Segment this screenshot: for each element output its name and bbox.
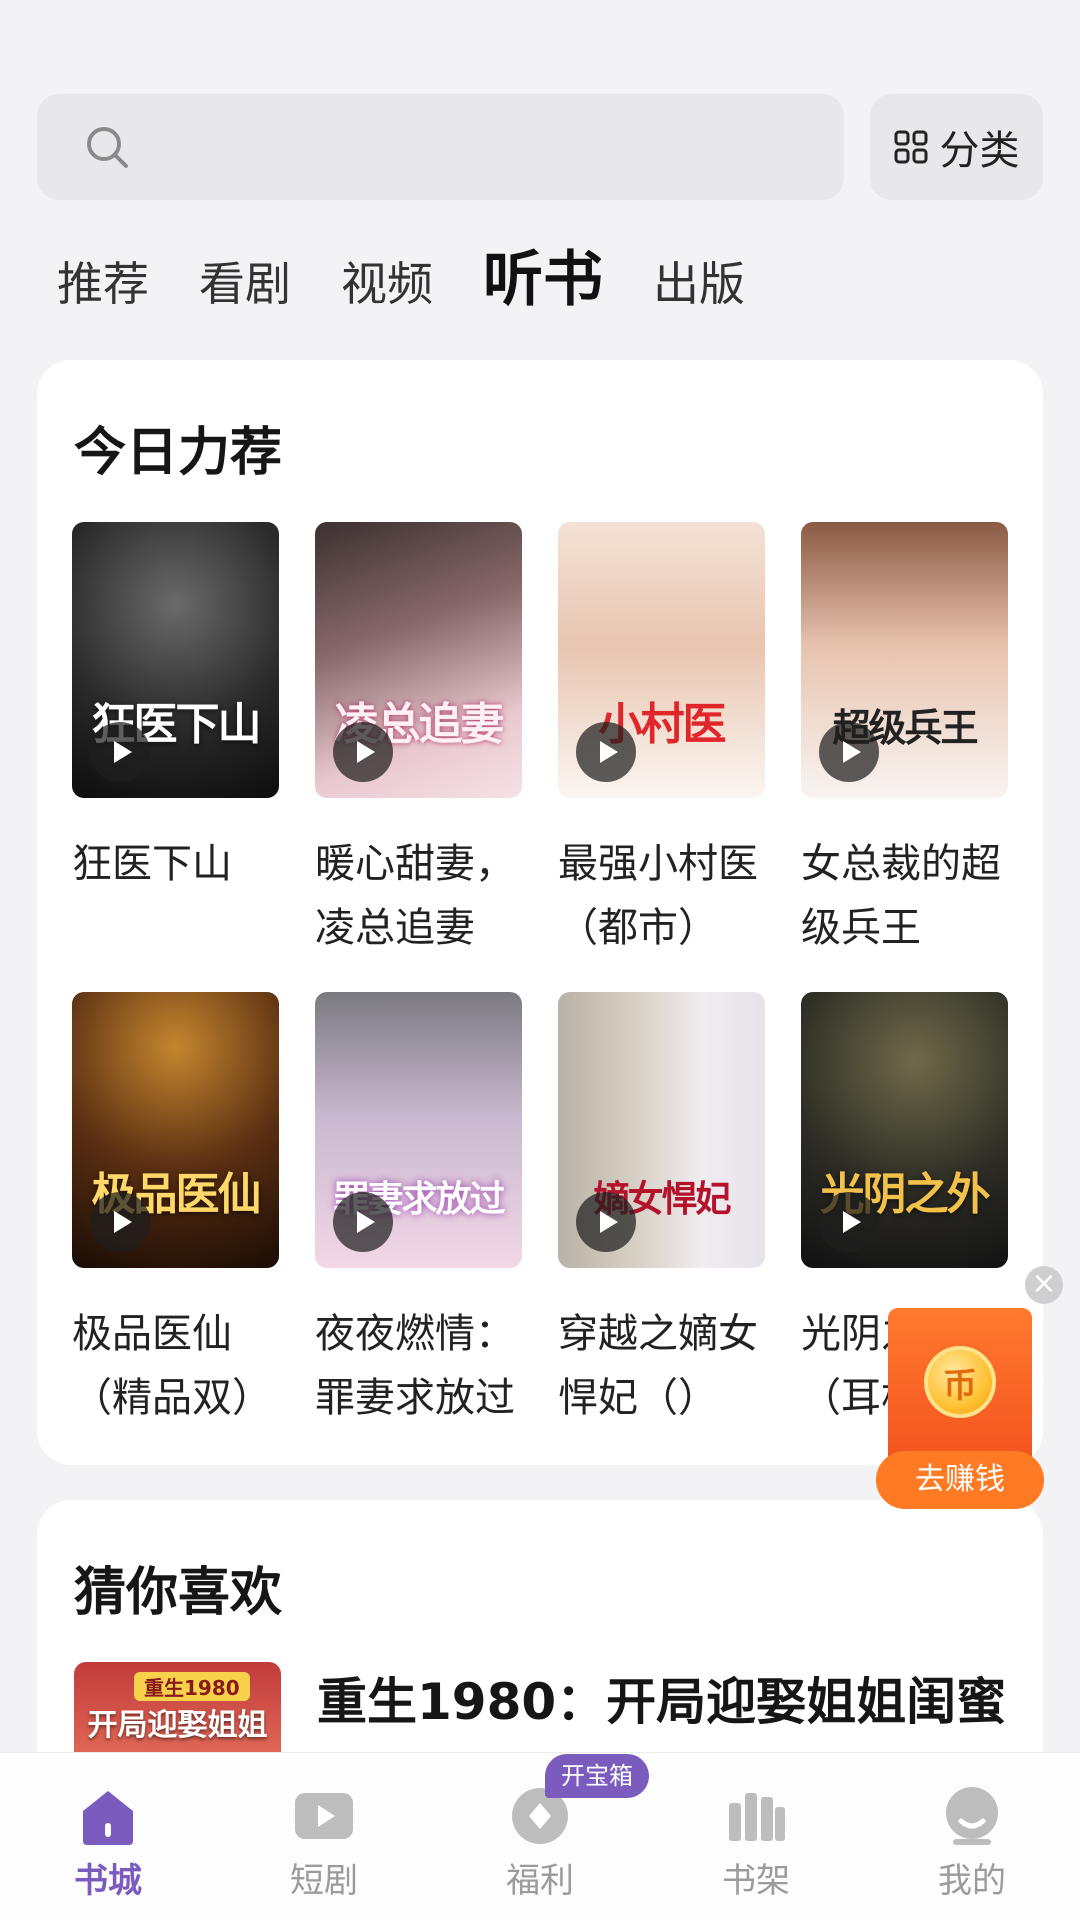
nav-label: 短剧: [290, 1861, 358, 1901]
tab-video[interactable]: 视频: [341, 244, 433, 324]
play-icon[interactable]: [333, 722, 393, 782]
book-cover[interactable]: 光阴之外: [801, 992, 1008, 1268]
play-icon[interactable]: [576, 722, 636, 782]
book-title: 女总裁的超级兵王: [801, 841, 1001, 951]
book-title: 极品医仙（精品双）: [72, 1311, 272, 1421]
book-title[interactable]: 重生1980：开局迎娶姐姐闺蜜: [317, 1662, 1017, 1734]
book-cover[interactable]: 狂医下山: [72, 522, 279, 798]
tab-drama[interactable]: 看剧: [199, 244, 291, 324]
play-icon[interactable]: [819, 722, 879, 782]
nav-bookstore[interactable]: 书城: [0, 1753, 216, 1920]
tab-publish[interactable]: 出版: [653, 244, 745, 324]
book-cover[interactable]: 凌总追妻: [315, 522, 522, 798]
play-icon[interactable]: [90, 722, 150, 782]
play-icon: [295, 1793, 353, 1839]
bookshelf-icon: [729, 1793, 785, 1841]
tab-audiobook[interactable]: 听书: [483, 240, 603, 320]
search-icon: [87, 127, 128, 168]
nav-label: 福利: [506, 1861, 574, 1901]
book-item[interactable]: 小村医 最强小村医（都市）: [558, 522, 765, 962]
book-title: 夜夜燃情：罪妻求放过: [315, 1311, 515, 1421]
play-icon[interactable]: [333, 1192, 393, 1252]
bottom-nav: 书城 短剧 福利 书架 我的: [0, 1752, 1080, 1920]
book-title: 最强小村医（都市）: [558, 841, 758, 951]
treasure-box-badge[interactable]: 开宝箱: [545, 1754, 649, 1798]
profile-icon: [946, 1787, 998, 1845]
book-title: 狂医下山: [72, 841, 232, 887]
play-icon[interactable]: [819, 1192, 879, 1252]
nav-label: 书架: [722, 1861, 790, 1901]
nav-label: 我的: [938, 1861, 1006, 1901]
grid-icon: [894, 130, 927, 164]
play-icon[interactable]: [90, 1192, 150, 1252]
search-row: 分类: [37, 94, 1043, 200]
book-item[interactable]: 超级兵王 女总裁的超级兵王: [801, 522, 1008, 962]
play-icon[interactable]: [576, 1192, 636, 1252]
nav-short-drama[interactable]: 短剧: [216, 1753, 432, 1920]
book-item[interactable]: 罪妻求放过 夜夜燃情：罪妻求放过: [315, 992, 522, 1432]
nav-mine[interactable]: 我的: [864, 1753, 1080, 1920]
nav-label: 书城: [74, 1861, 142, 1901]
close-icon[interactable]: ×: [1025, 1266, 1063, 1304]
book-cover[interactable]: 超级兵王: [801, 522, 1008, 798]
today-recommend-card: 今日力荐 狂医下山 狂医下山 凌总追妻 暖心甜妻，凌总追妻 小村医 最强小村医（…: [37, 360, 1043, 1465]
category-label: 分类: [939, 128, 1020, 174]
book-cover[interactable]: 嫡女悍妃: [558, 992, 765, 1268]
section-title: 猜你喜欢: [74, 1563, 283, 1623]
book-item[interactable]: 凌总追妻 暖心甜妻，凌总追妻: [315, 522, 522, 962]
book-cover[interactable]: 极品医仙: [72, 992, 279, 1268]
book-cover[interactable]: 小村医: [558, 522, 765, 798]
nav-bookshelf[interactable]: 书架: [648, 1753, 864, 1920]
section-title: 今日力荐: [74, 423, 283, 483]
top-tabs: 推荐 看剧 视频 听书 出版: [57, 240, 795, 320]
coin-icon: 币: [924, 1346, 996, 1418]
category-button[interactable]: 分类: [870, 94, 1043, 200]
cover-badge: 重生1980: [134, 1672, 250, 1701]
tab-recommend[interactable]: 推荐: [57, 244, 149, 324]
book-item[interactable]: 极品医仙 极品医仙（精品双）: [72, 992, 279, 1432]
book-item[interactable]: 狂医下山 狂医下山: [72, 522, 279, 962]
book-title: 穿越之嫡女悍妃（）: [558, 1311, 758, 1421]
book-title: 暖心甜妻，凌总追妻: [315, 841, 515, 951]
home-icon: [83, 1791, 133, 1845]
book-item[interactable]: 嫡女悍妃 穿越之嫡女悍妃（）: [558, 992, 765, 1432]
search-input[interactable]: [37, 94, 844, 200]
earn-money-button[interactable]: 去赚钱: [876, 1451, 1044, 1509]
book-cover[interactable]: 罪妻求放过: [315, 992, 522, 1268]
